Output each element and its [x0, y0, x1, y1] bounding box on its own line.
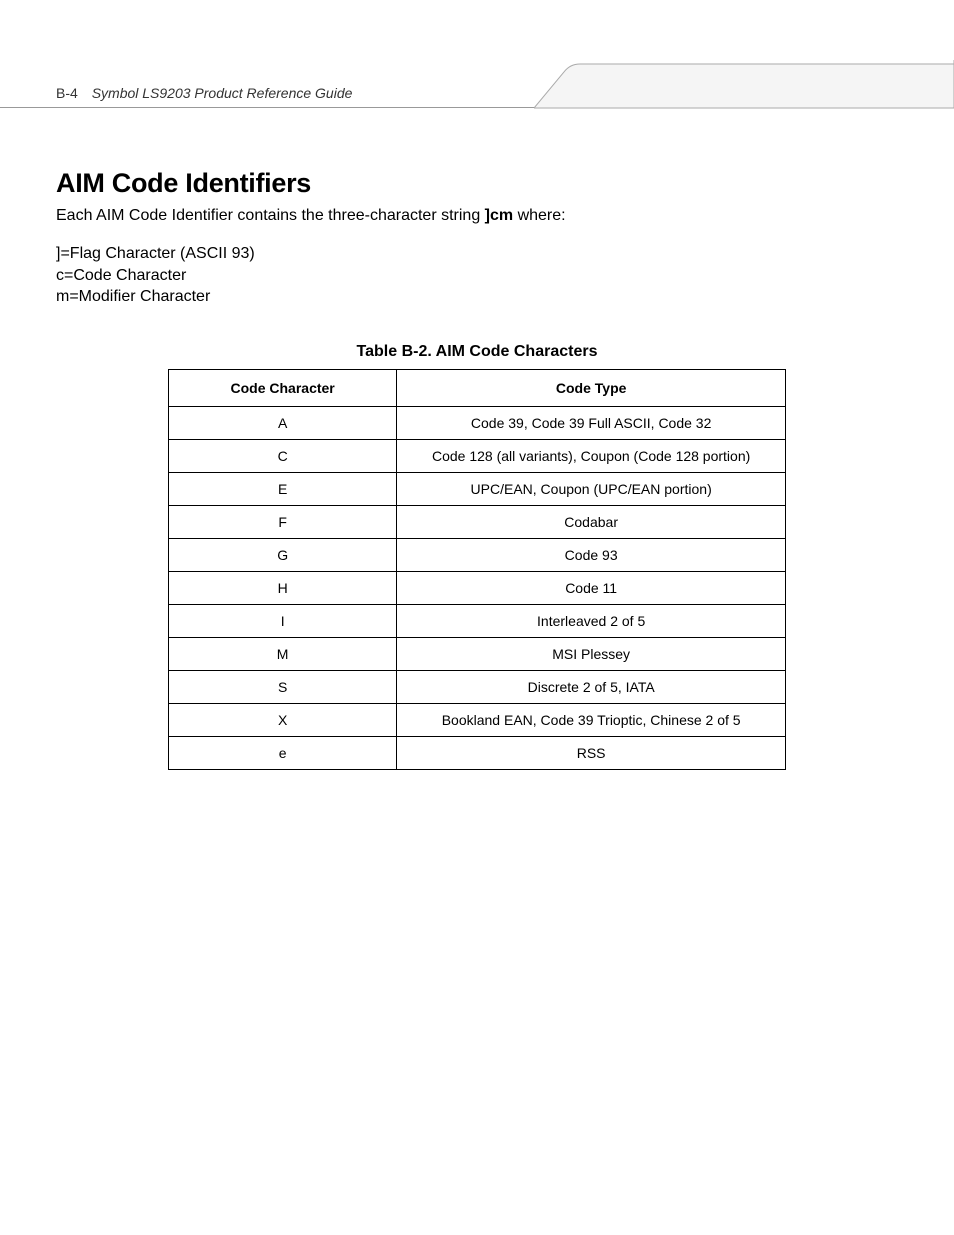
cell-char: S: [169, 670, 397, 703]
cell-char: X: [169, 703, 397, 736]
cell-char: M: [169, 637, 397, 670]
table-row: F Codabar: [169, 505, 786, 538]
intro-bold: ]cm: [485, 207, 513, 224]
cell-type: Bookland EAN, Code 39 Trioptic, Chinese …: [397, 703, 786, 736]
cell-type: MSI Plessey: [397, 637, 786, 670]
page-header: B-4 Symbol LS9203 Product Reference Guid…: [0, 0, 954, 108]
doc-title: Symbol LS9203 Product Reference Guide: [92, 85, 353, 101]
cell-char: F: [169, 505, 397, 538]
definitions-block: ]=Flag Character (ASCII 93) c=Code Chara…: [56, 243, 898, 308]
table-header-row: Code Character Code Type: [169, 369, 786, 406]
table-row: X Bookland EAN, Code 39 Trioptic, Chines…: [169, 703, 786, 736]
intro-prefix: Each AIM Code Identifier contains the th…: [56, 207, 485, 224]
cell-char: e: [169, 736, 397, 769]
cell-type: Discrete 2 of 5, IATA: [397, 670, 786, 703]
table-header-type: Code Type: [397, 369, 786, 406]
definition-line: m=Modifier Character: [56, 286, 898, 308]
cell-type: Code 39, Code 39 Full ASCII, Code 32: [397, 406, 786, 439]
tab-decoration: [534, 60, 954, 110]
table-row: M MSI Plessey: [169, 637, 786, 670]
cell-char: G: [169, 538, 397, 571]
cell-char: E: [169, 472, 397, 505]
cell-type: Interleaved 2 of 5: [397, 604, 786, 637]
intro-suffix: where:: [513, 207, 565, 224]
table-header-char: Code Character: [169, 369, 397, 406]
table-row: S Discrete 2 of 5, IATA: [169, 670, 786, 703]
cell-char: I: [169, 604, 397, 637]
table-row: H Code 11: [169, 571, 786, 604]
table-row: e RSS: [169, 736, 786, 769]
intro-paragraph: Each AIM Code Identifier contains the th…: [56, 207, 898, 225]
cell-type: Codabar: [397, 505, 786, 538]
table-caption: Table B-2. AIM Code Characters: [56, 343, 898, 361]
cell-type: UPC/EAN, Coupon (UPC/EAN portion): [397, 472, 786, 505]
table-row: G Code 93: [169, 538, 786, 571]
section-heading: AIM Code Identifiers: [56, 168, 898, 199]
cell-type: Code 93: [397, 538, 786, 571]
aim-code-table: Code Character Code Type A Code 39, Code…: [168, 369, 786, 770]
table-row: C Code 128 (all variants), Coupon (Code …: [169, 439, 786, 472]
cell-char: H: [169, 571, 397, 604]
definition-line: ]=Flag Character (ASCII 93): [56, 243, 898, 265]
table-row: A Code 39, Code 39 Full ASCII, Code 32: [169, 406, 786, 439]
table-row: E UPC/EAN, Coupon (UPC/EAN portion): [169, 472, 786, 505]
definition-line: c=Code Character: [56, 265, 898, 287]
cell-type: Code 11: [397, 571, 786, 604]
table-row: I Interleaved 2 of 5: [169, 604, 786, 637]
header-text: B-4 Symbol LS9203 Product Reference Guid…: [56, 85, 352, 101]
cell-type: Code 128 (all variants), Coupon (Code 12…: [397, 439, 786, 472]
cell-char: A: [169, 406, 397, 439]
cell-char: C: [169, 439, 397, 472]
cell-type: RSS: [397, 736, 786, 769]
page-number: B-4: [56, 85, 78, 101]
